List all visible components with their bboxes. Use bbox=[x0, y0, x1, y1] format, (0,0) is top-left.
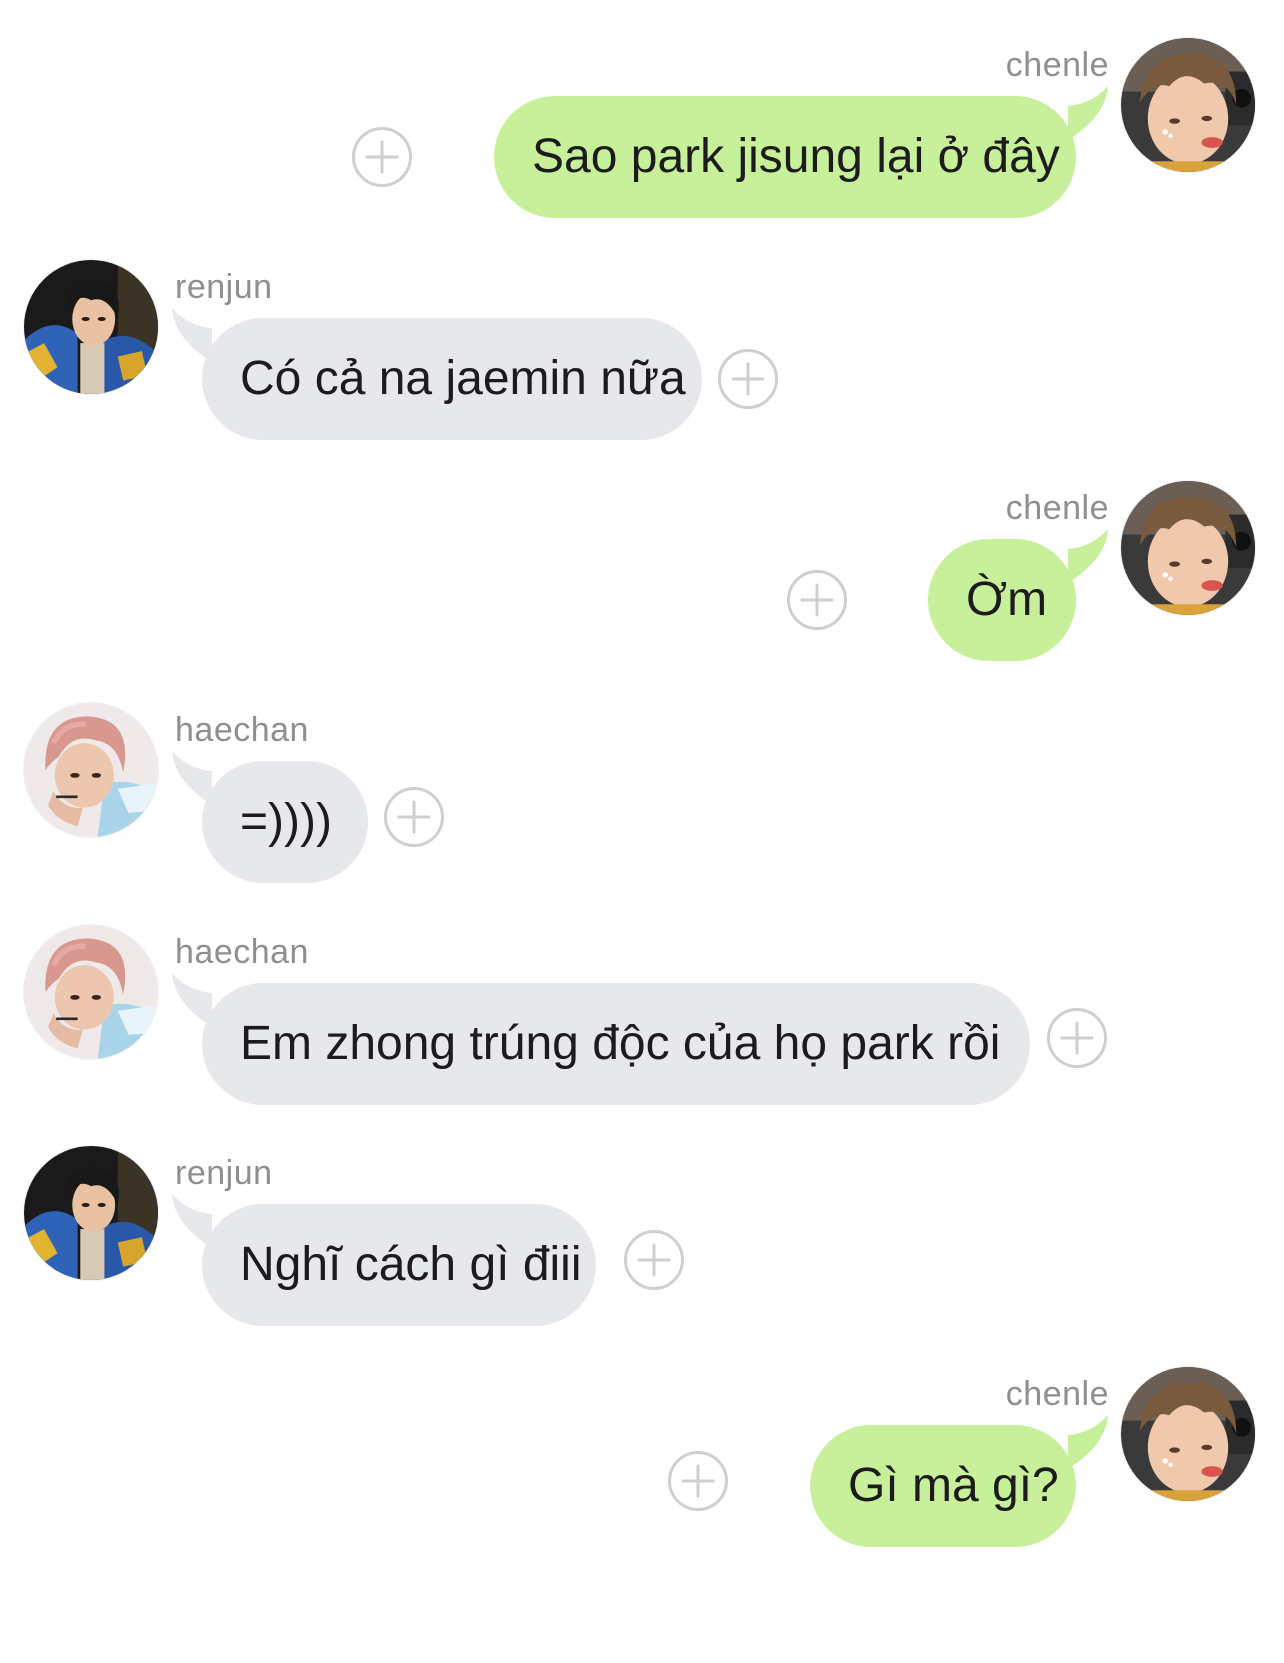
sender-name: haechan bbox=[175, 711, 309, 749]
plus-circle-icon bbox=[397, 800, 431, 834]
avatar[interactable] bbox=[24, 703, 158, 837]
sender-name: renjun bbox=[175, 268, 273, 306]
add-reaction-button[interactable] bbox=[668, 1451, 728, 1511]
message-incoming: renjun Nghĩ cách gì điii bbox=[0, 1146, 1284, 1376]
bubble-tail bbox=[1068, 529, 1108, 583]
add-reaction-button[interactable] bbox=[352, 127, 412, 187]
avatar-image bbox=[24, 703, 158, 837]
message-bubble[interactable]: Gì mà gì? bbox=[810, 1425, 1076, 1547]
avatar-image bbox=[24, 1146, 158, 1280]
avatar[interactable] bbox=[24, 925, 158, 1059]
message-incoming: haechan Em zhong trúng độc của họ park r… bbox=[0, 925, 1284, 1155]
add-reaction-button[interactable] bbox=[787, 570, 847, 630]
add-reaction-button[interactable] bbox=[1047, 1008, 1107, 1068]
avatar-image bbox=[24, 260, 158, 394]
plus-circle-icon bbox=[637, 1243, 671, 1277]
avatar[interactable] bbox=[24, 1146, 158, 1280]
message-incoming: haechan =)))) bbox=[0, 703, 1284, 933]
avatar-image bbox=[1121, 38, 1255, 172]
message-bubble[interactable]: =)))) bbox=[202, 761, 368, 883]
message-incoming: renjun Có cả na jaemin nữa bbox=[0, 260, 1284, 490]
message-bubble[interactable]: Có cả na jaemin nữa bbox=[202, 318, 702, 440]
message-bubble[interactable]: Sao park jisung lại ở đây bbox=[494, 96, 1076, 218]
avatar-image bbox=[24, 925, 158, 1059]
message-outgoing: chenle Gì mà gì? bbox=[0, 1367, 1284, 1597]
sender-name: chenle bbox=[1005, 1375, 1109, 1413]
message-outgoing: chenle Ờm bbox=[0, 481, 1284, 711]
bubble-tail bbox=[1068, 1415, 1108, 1469]
avatar[interactable] bbox=[24, 260, 158, 394]
add-reaction-button[interactable] bbox=[384, 787, 444, 847]
chat-thread: chenle Sao park jisung lại ở đây renjun … bbox=[0, 0, 1284, 1663]
avatar[interactable] bbox=[1121, 38, 1255, 172]
avatar[interactable] bbox=[1121, 481, 1255, 615]
sender-name: chenle bbox=[1005, 46, 1109, 84]
plus-circle-icon bbox=[681, 1464, 715, 1498]
plus-circle-icon bbox=[731, 362, 765, 396]
sender-name: chenle bbox=[1005, 489, 1109, 527]
add-reaction-button[interactable] bbox=[624, 1230, 684, 1290]
avatar[interactable] bbox=[1121, 1367, 1255, 1501]
plus-circle-icon bbox=[800, 583, 834, 617]
plus-circle-icon bbox=[365, 140, 399, 174]
sender-name: renjun bbox=[175, 1154, 273, 1192]
message-bubble[interactable]: Em zhong trúng độc của họ park rồi bbox=[202, 983, 1030, 1105]
add-reaction-button[interactable] bbox=[718, 349, 778, 409]
message-bubble[interactable]: Ờm bbox=[928, 539, 1076, 661]
message-outgoing: chenle Sao park jisung lại ở đây bbox=[0, 38, 1284, 268]
bubble-tail bbox=[1068, 86, 1108, 140]
avatar-image bbox=[1121, 1367, 1255, 1501]
message-bubble[interactable]: Nghĩ cách gì điii bbox=[202, 1204, 596, 1326]
plus-circle-icon bbox=[1060, 1021, 1094, 1055]
avatar-image bbox=[1121, 481, 1255, 615]
sender-name: haechan bbox=[175, 933, 309, 971]
